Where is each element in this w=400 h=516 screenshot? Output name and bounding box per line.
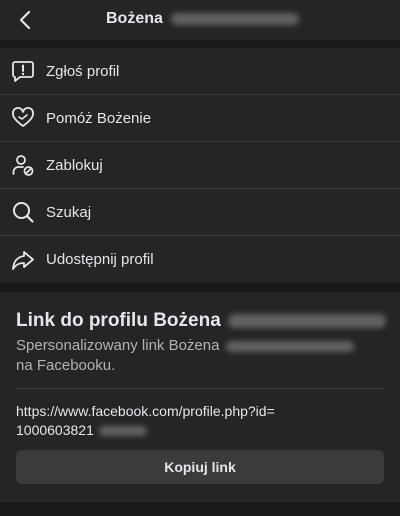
- block-user-icon: [10, 152, 36, 178]
- profile-link-description: Spersonalizowany link Bożena na Facebook…: [16, 336, 376, 376]
- menu-item-label: Zablokuj: [46, 156, 103, 174]
- chevron-left-icon: [16, 10, 36, 30]
- back-button[interactable]: [12, 6, 40, 34]
- section-gap: [0, 40, 400, 48]
- menu-item-label: Szukaj: [46, 203, 92, 221]
- menu-item-search[interactable]: Szukaj: [0, 189, 400, 236]
- description-prefix: Spersonalizowany link Bożena: [16, 337, 220, 354]
- profile-link-title: Link do profilu Bożena: [16, 310, 387, 332]
- top-bar: Bożena: [0, 0, 400, 40]
- profile-url-prefix: https://www.facebook.com/profile.php?id=: [16, 403, 275, 419]
- description-suffix: na Facebooku.: [16, 357, 116, 374]
- redacted-surname: [225, 340, 354, 352]
- redacted-id-digits: [98, 426, 147, 437]
- menu-item-label: Udostępnij profil: [46, 251, 154, 268]
- page-title: Bożena: [106, 10, 300, 28]
- heart-icon: [10, 105, 36, 131]
- share-icon: [10, 247, 36, 273]
- menu-item-label: Pomóż Bożenie: [46, 109, 152, 127]
- profile-link-card: Link do profilu Bożena Spersonalizowany …: [0, 292, 400, 502]
- menu-item-share[interactable]: Udostępnij profil: [0, 236, 400, 283]
- menu-item-help[interactable]: Pomóż Bożenie: [0, 95, 400, 142]
- divider: [16, 388, 384, 389]
- redacted-surname: [171, 12, 300, 25]
- report-icon: [10, 58, 36, 84]
- profile-actions-menu: Zgłoś profil Pomóż Bożenie Zablokuj Szuk…: [0, 48, 400, 283]
- menu-item-block[interactable]: Zablokuj: [0, 142, 400, 189]
- section-gap: [0, 284, 400, 292]
- profile-link-title-text: Link do profilu Bożena: [16, 310, 221, 331]
- redacted-surname: [228, 313, 387, 328]
- menu-item-label: Zgłoś profil: [46, 62, 120, 80]
- profile-url: https://www.facebook.com/profile.php?id=…: [16, 402, 386, 440]
- copy-link-button[interactable]: Kopiuj link: [16, 450, 384, 484]
- bottom-gap: [0, 502, 400, 516]
- menu-item-report[interactable]: Zgłoś profil: [0, 48, 400, 95]
- profile-url-id: 1000603821: [16, 422, 94, 438]
- profile-first-name: Bożena: [106, 10, 163, 27]
- search-icon: [10, 199, 36, 225]
